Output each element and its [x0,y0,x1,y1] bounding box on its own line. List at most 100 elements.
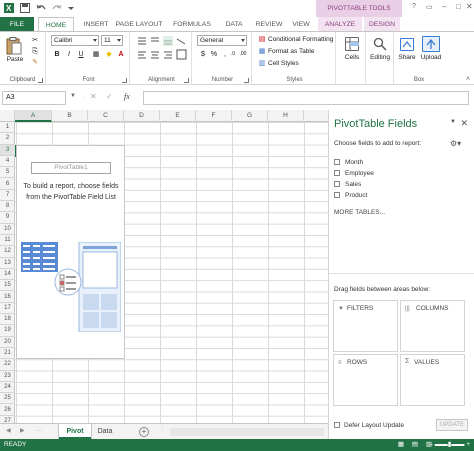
row-header[interactable]: 7 [0,190,15,202]
row-header[interactable]: 4 [0,156,15,168]
pane-options-icon[interactable]: ▼ [450,119,456,125]
row-header[interactable]: 8 [0,201,15,213]
tab-data[interactable]: DATA [220,17,248,32]
row-header[interactable]: 14 [0,269,15,281]
tab-analyze[interactable]: ANALYZE [318,17,362,32]
chevron-down-icon[interactable]: ▼ [70,93,76,99]
checkbox[interactable] [334,170,340,177]
bold-button[interactable]: B [51,49,63,60]
maximize-icon[interactable]: □ [456,2,461,11]
pane-divider[interactable] [329,273,474,274]
row-header[interactable]: 27 [0,416,15,423]
sheet-tab-pivot[interactable]: Pivot [59,424,91,439]
underline-button[interactable]: U [75,49,87,60]
tab-file[interactable]: FILE [0,17,34,32]
share-icon[interactable] [400,38,414,51]
row-header[interactable]: 12 [0,246,15,258]
page-layout-view-icon[interactable]: ▤ [412,439,418,451]
cut-icon[interactable]: ✂ [29,35,41,46]
redo-icon[interactable] [52,3,62,13]
row-header[interactable]: 11 [0,235,15,247]
field-item-employee[interactable]: Employee [334,170,374,180]
row-header[interactable]: 19 [0,325,15,337]
defer-layout-update[interactable]: Defer Layout Update [334,422,404,429]
font-launcher-icon[interactable] [122,78,127,83]
format-painter-icon[interactable]: ✎ [29,57,41,68]
alignment-launcher-icon[interactable] [184,78,189,83]
ribbon-display-icon[interactable]: ▭ [426,3,433,11]
tab-review[interactable]: REVIEW [252,17,286,32]
row-header[interactable]: 15 [0,280,15,292]
close-icon[interactable]: ✕ [460,118,468,129]
help-icon[interactable]: ? [412,3,416,10]
checkbox[interactable] [334,192,340,199]
row-header[interactable]: 10 [0,224,15,235]
number-format-dropdown[interactable]: General [197,35,247,46]
minimize-icon[interactable]: – [442,2,446,11]
tab-formulas[interactable]: FORMULAS [170,17,214,32]
customize-toolbar-icon[interactable] [66,3,76,13]
upload-icon[interactable] [422,36,440,52]
gear-icon[interactable]: ⚙▾ [450,139,466,150]
add-sheet-icon[interactable]: + [139,427,149,437]
field-item-product[interactable]: Product [334,192,367,202]
font-size-dropdown[interactable]: 11 [101,35,123,46]
zoom-slider[interactable]: – ▬▬▮▬▬ + [429,439,470,451]
select-all-corner[interactable] [0,110,15,122]
scroll-left-icon[interactable]: ◀ [6,427,11,434]
sheet-tab-data[interactable]: Data [92,424,118,439]
row-header[interactable]: 20 [0,337,15,348]
row-header[interactable]: 18 [0,314,15,326]
row-header[interactable]: 25 [0,393,15,405]
row-header[interactable]: 6 [0,179,15,190]
close-icon[interactable]: ✕ [466,2,473,11]
checkbox[interactable] [334,159,340,166]
copy-icon[interactable]: ⎘ [29,46,41,57]
format-as-table-button[interactable]: Format as Table [268,48,314,55]
cancel-icon[interactable]: ✕ [90,92,97,101]
column-header[interactable]: H [268,110,304,122]
tab-split-handle[interactable]: ⋮ [160,427,165,433]
row-header[interactable]: 3 [0,144,15,156]
row-header[interactable]: 1 [0,122,15,134]
row-header[interactable]: 2 [0,133,15,145]
insert-function-icon[interactable]: fx [124,92,130,101]
more-tables-link[interactable]: MORE TABLES... [334,209,385,216]
update-button[interactable]: UPDATE [436,419,468,431]
checkbox[interactable] [334,422,340,429]
column-header[interactable]: D [124,110,160,122]
more-sheets-icon[interactable]: … [36,427,42,433]
tab-insert[interactable]: INSERT [76,17,116,32]
field-item-month[interactable]: Month [334,159,363,169]
italic-button[interactable]: I [63,49,75,60]
column-header[interactable]: E [160,110,196,122]
save-icon[interactable] [20,3,30,13]
tab-view[interactable]: VIEW [288,17,314,32]
find-select-icon[interactable] [373,37,387,51]
borders-icon[interactable]: ▦ [90,49,102,60]
column-header[interactable]: A [15,110,52,122]
conditional-formatting-button[interactable]: Conditional Formatting [268,36,333,43]
font-color-icon[interactable]: A [115,49,127,60]
row-header[interactable]: 21 [0,348,15,360]
decrease-decimal-button[interactable]: .00 [237,49,249,60]
horizontal-scrollbar[interactable] [170,428,324,436]
paste-icon[interactable] [6,37,22,55]
scroll-right-icon[interactable]: ▶ [20,427,25,434]
row-header[interactable]: 26 [0,405,15,416]
column-header[interactable]: G [232,110,268,122]
clipboard-launcher-icon[interactable] [38,78,43,83]
values-area[interactable]: Σ VALUES [400,354,465,406]
column-header[interactable]: B [52,110,88,122]
rows-area[interactable]: ≡ ROWS [333,354,398,406]
enter-icon[interactable]: ✓ [106,92,113,101]
collapse-ribbon-icon[interactable]: ˄ [466,76,470,83]
normal-view-icon[interactable]: ▦ [398,439,404,451]
row-header[interactable]: 5 [0,167,15,179]
alignment-icons[interactable] [136,35,188,61]
row-header[interactable]: 9 [0,212,15,224]
fill-color-icon[interactable]: ◆ [103,49,115,60]
tab-design[interactable]: DESIGN [364,17,400,32]
row-header[interactable]: 16 [0,292,15,303]
formula-input[interactable] [143,91,469,105]
